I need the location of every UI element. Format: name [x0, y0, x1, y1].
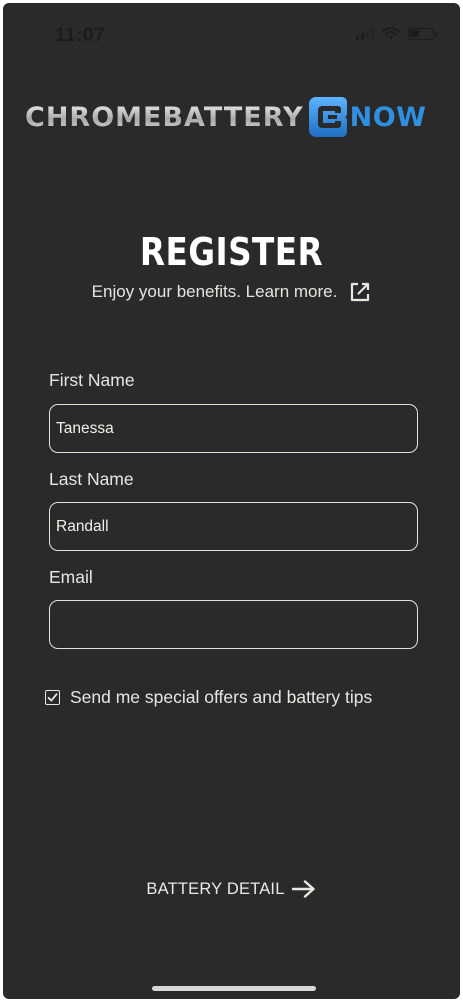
offers-checkbox[interactable]: [45, 690, 60, 705]
battery-icon: [408, 27, 437, 40]
email-input[interactable]: [49, 600, 418, 649]
wifi-icon: [382, 27, 400, 40]
learn-more-link[interactable]: Enjoy your benefits. Learn more.: [3, 281, 460, 303]
status-bar: 11:07: [3, 3, 460, 63]
first-name-label: First Name: [49, 370, 135, 390]
email-label: Email: [49, 567, 93, 587]
first-name-input[interactable]: [49, 404, 418, 453]
offers-checkbox-label[interactable]: Send me special offers and battery tips: [70, 687, 372, 708]
logo-text-now: NOW: [349, 101, 427, 133]
arrow-right-icon[interactable]: [291, 879, 317, 899]
status-icons: [356, 27, 437, 40]
home-indicator[interactable]: [152, 986, 316, 991]
brand-logo: CHROMEBATTERY NOW: [25, 91, 445, 143]
logo-mark-icon: [308, 97, 347, 137]
page-title: REGISTER: [139, 230, 324, 274]
signal-icon: [356, 27, 374, 40]
subtitle-text[interactable]: Enjoy your benefits. Learn more.: [92, 282, 338, 302]
battery-detail-label[interactable]: BATTERY DETAIL: [146, 880, 284, 899]
external-link-icon[interactable]: [349, 281, 371, 303]
logo-text-chromebattery: CHROMEBATTERY: [25, 101, 304, 133]
battery-level: [410, 29, 419, 37]
offers-checkbox-row[interactable]: Send me special offers and battery tips: [45, 687, 372, 708]
checkmark-icon: [47, 693, 58, 702]
battery-detail-button[interactable]: BATTERY DETAIL: [3, 879, 460, 899]
status-time: 11:07: [55, 25, 106, 46]
last-name-label: Last Name: [49, 469, 134, 489]
app-screen: 11:07 CHROMEBATTERY NOW REGISTER Enjoy y…: [3, 3, 460, 999]
last-name-input[interactable]: [49, 502, 418, 551]
